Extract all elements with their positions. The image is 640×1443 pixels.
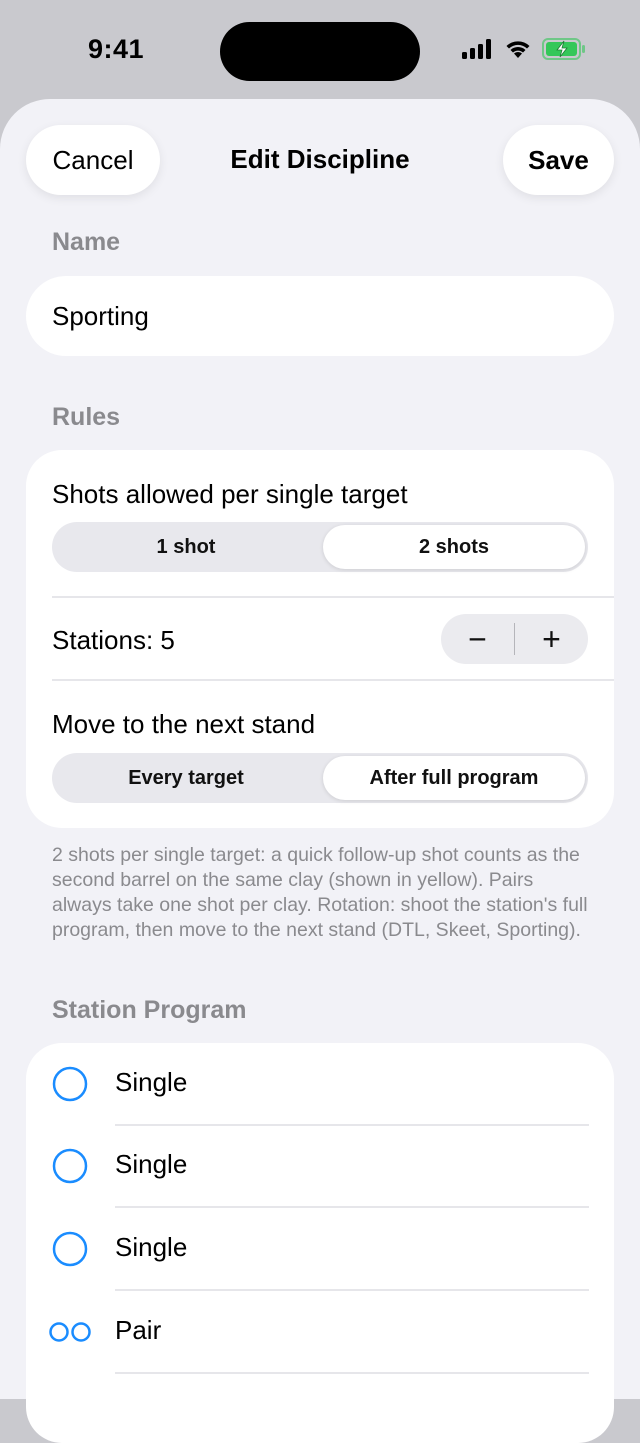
battery-charging-icon — [542, 38, 585, 60]
list-item-label: Pair — [115, 1315, 162, 1345]
list-item-label: Single — [115, 1232, 188, 1262]
name-field-value: Sporting — [52, 300, 149, 331]
dynamic-island — [220, 22, 420, 81]
rules-card: Shots allowed per single target 1 shot 2… — [26, 450, 614, 828]
pair-circles-icon — [49, 1322, 91, 1342]
segment-1-shot[interactable]: 1 shot — [52, 522, 320, 572]
program-section-label: Station Program — [52, 996, 247, 1024]
stepper-plus-button[interactable]: + — [515, 614, 588, 664]
divider — [115, 1372, 589, 1374]
list-item[interactable]: Pair — [26, 1291, 614, 1374]
shots-label: Shots allowed per single target — [52, 479, 408, 509]
stepper-minus-button[interactable]: − — [441, 614, 514, 664]
stations-label: Stations: 5 — [52, 625, 175, 655]
move-segmented-control: Every target After full program — [52, 753, 588, 803]
list-item[interactable]: Single — [26, 1125, 614, 1208]
stations-stepper: − + — [441, 614, 588, 664]
segment-after-full-program[interactable]: After full program — [323, 756, 585, 800]
shots-segmented-control: 1 shot 2 shots — [52, 522, 588, 572]
single-circle-icon — [52, 1066, 88, 1102]
list-item-label: Single — [115, 1149, 188, 1179]
rules-section-label: Rules — [52, 403, 121, 431]
list-item[interactable]: Single — [26, 1208, 614, 1291]
save-button[interactable]: Save — [503, 125, 614, 195]
status-bar: 9:41 — [0, 0, 640, 100]
wifi-icon — [506, 41, 530, 58]
signal-icon — [462, 39, 491, 59]
name-field[interactable]: Sporting — [26, 276, 614, 356]
single-circle-icon — [52, 1148, 88, 1184]
station-program-list: Single Single Single Pair — [26, 1043, 614, 1443]
segment-every-target[interactable]: Every target — [52, 753, 320, 803]
status-icons — [462, 38, 586, 60]
list-item-label: Single — [115, 1067, 188, 1097]
rules-footer-note: 2 shots per single target: a quick follo… — [52, 844, 588, 941]
list-item[interactable]: Single — [26, 1043, 614, 1126]
single-circle-icon — [52, 1231, 88, 1267]
segment-2-shots[interactable]: 2 shots — [323, 525, 585, 569]
divider — [52, 679, 614, 681]
status-time: 9:41 — [88, 34, 145, 64]
name-section-label: Name — [52, 228, 121, 256]
divider — [52, 596, 614, 598]
move-label: Move to the next stand — [52, 709, 316, 739]
